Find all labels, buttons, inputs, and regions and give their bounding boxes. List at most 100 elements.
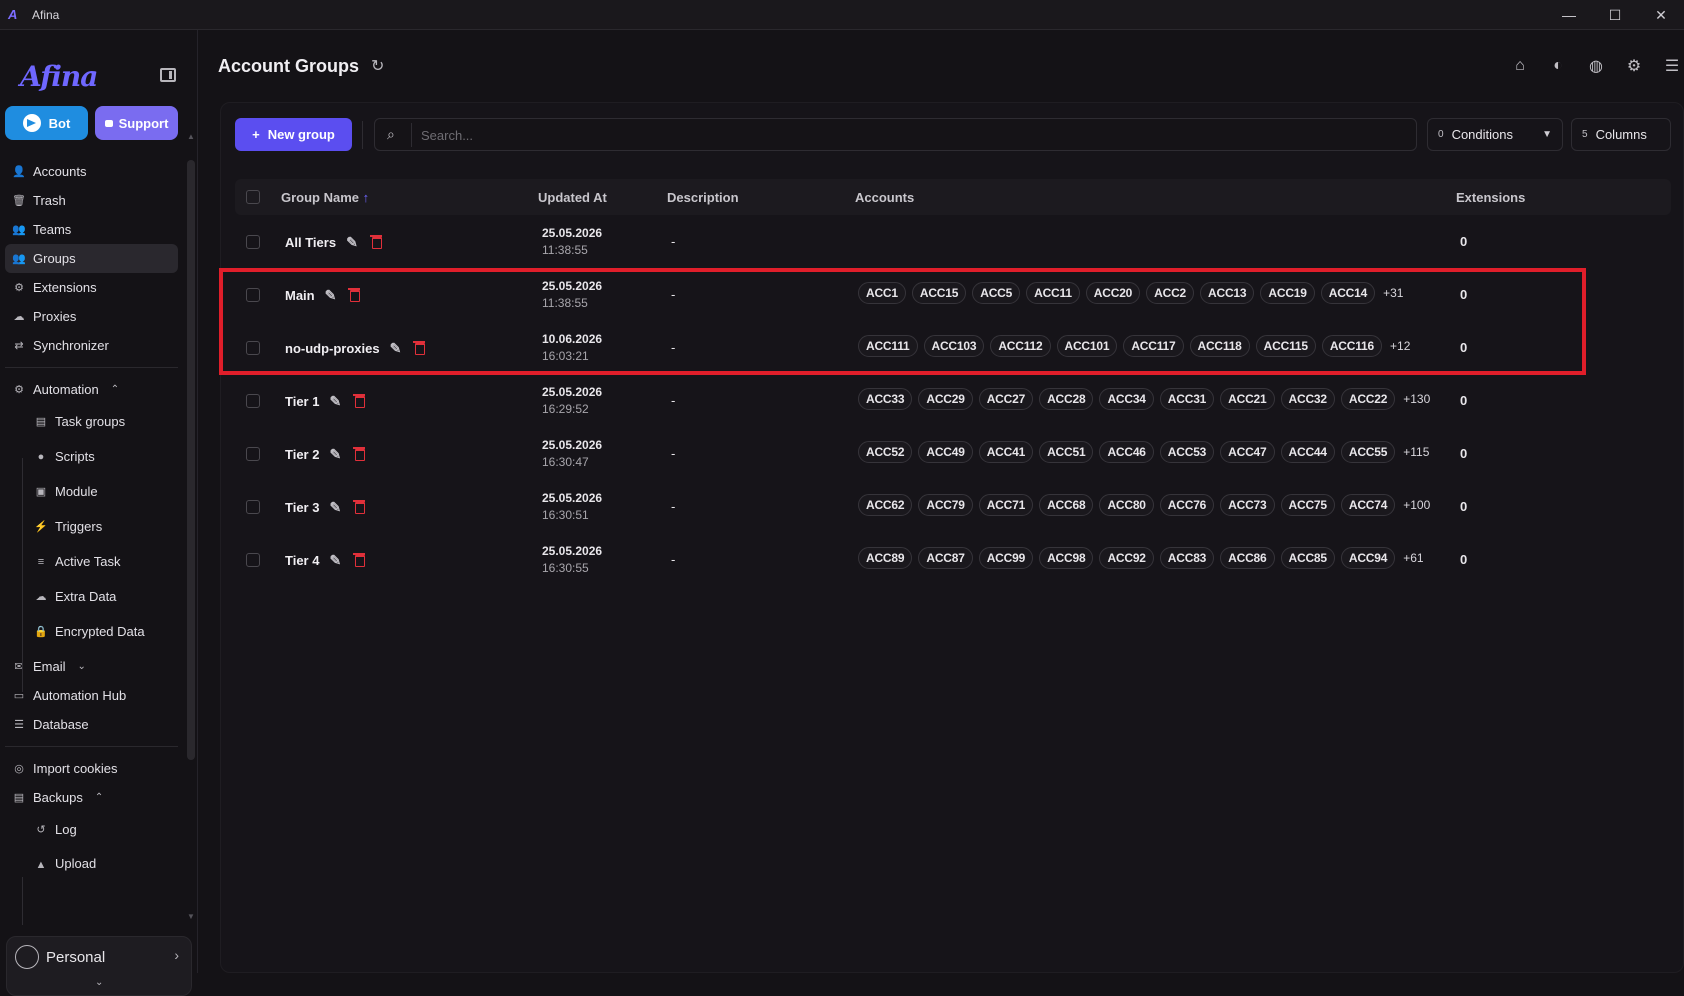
sidebar-item-task-groups[interactable]: ▤ Task groups [5, 404, 178, 439]
table-row[interactable]: All Tiers ✎ 25.05.2026 11:38:55 - 0 [235, 215, 1671, 268]
sidebar-scrollbar[interactable] [187, 160, 195, 760]
search-input[interactable] [421, 126, 1401, 144]
table-row[interactable]: no-udp-proxies ✎ 10.06.2026 16:03:21 - A… [235, 321, 1671, 374]
account-chip[interactable]: ACC89 [858, 547, 913, 569]
delete-icon[interactable] [353, 552, 366, 567]
account-chip[interactable]: ACC33 [858, 388, 913, 410]
header-group-name[interactable]: Group Name ↑ [281, 190, 369, 205]
more-accounts-count[interactable]: +130 [1403, 392, 1430, 406]
more-accounts-count[interactable]: +61 [1403, 551, 1423, 565]
table-row[interactable]: Tier 1 ✎ 25.05.2026 16:29:52 - ACC33 ACC2… [235, 374, 1671, 427]
delete-icon[interactable] [348, 287, 361, 302]
account-chip[interactable]: ACC118 [1189, 335, 1250, 357]
edit-icon[interactable]: ✎ [325, 287, 337, 304]
account-chip[interactable]: ACC47 [1220, 441, 1275, 463]
account-chip[interactable]: ACC44 [1280, 441, 1335, 463]
row-checkbox[interactable] [246, 394, 260, 408]
sidebar-item-triggers[interactable]: ⚡ Triggers [5, 509, 178, 544]
account-chip[interactable]: ACC83 [1159, 547, 1215, 569]
account-chip[interactable]: ACC87 [918, 547, 973, 569]
more-accounts-count[interactable]: +31 [1383, 286, 1403, 300]
account-chip[interactable]: ACC28 [1039, 388, 1094, 410]
gear-icon[interactable]: ⚙ [1622, 54, 1646, 78]
sidebar-item-automation-hub[interactable]: ▭ Automation Hub [5, 681, 178, 710]
layout-icon[interactable]: ☰ [1660, 54, 1684, 78]
delete-icon[interactable] [353, 499, 366, 514]
edit-icon[interactable]: ✎ [346, 234, 358, 251]
account-chip[interactable]: ACC79 [918, 494, 973, 516]
columns-button[interactable]: 5 Columns [1571, 118, 1671, 151]
sidebar-item-module[interactable]: ▣ Module [5, 474, 178, 509]
delete-icon[interactable] [369, 234, 382, 249]
edit-icon[interactable]: ✎ [390, 340, 402, 357]
table-row[interactable]: Main ✎ 25.05.2026 11:38:55 - ACC1 ACC15 AC… [235, 268, 1671, 321]
account-chip[interactable]: ACC75 [1280, 494, 1335, 516]
account-chip[interactable]: ACC41 [978, 441, 1034, 463]
account-chip[interactable]: ACC112 [990, 335, 1051, 357]
close-button[interactable]: ✕ [1638, 0, 1684, 30]
header-extensions[interactable]: Extensions [1456, 190, 1525, 205]
support-button[interactable]: Support [95, 106, 178, 140]
delete-icon[interactable] [353, 393, 366, 408]
conditions-dropdown[interactable]: 0 Conditions ▼ [1427, 118, 1563, 151]
account-chip[interactable]: ACC21 [1220, 388, 1275, 410]
edit-icon[interactable]: ✎ [329, 393, 341, 410]
refresh-icon[interactable]: ↻ [371, 56, 384, 76]
account-chip[interactable]: ACC15 [911, 282, 967, 304]
account-chip[interactable]: ACC55 [1340, 441, 1396, 463]
header-accounts[interactable]: Accounts [855, 190, 914, 205]
more-accounts-count[interactable]: +100 [1403, 498, 1430, 512]
account-chip[interactable]: ACC94 [1340, 547, 1396, 569]
chevron-down-icon[interactable]: ⌄ [95, 977, 103, 988]
minimize-button[interactable]: — [1546, 0, 1592, 30]
account-chip[interactable]: ACC22 [1340, 388, 1396, 410]
account-chip[interactable]: ACC86 [1220, 547, 1275, 569]
account-chip[interactable]: ACC80 [1099, 494, 1154, 516]
bot-button[interactable]: Bot [5, 106, 88, 140]
account-chip[interactable]: ACC115 [1255, 335, 1316, 357]
scroll-up-icon[interactable]: ▲ [187, 132, 195, 141]
account-chip[interactable]: ACC68 [1039, 494, 1094, 516]
edit-icon[interactable]: ✎ [329, 552, 341, 569]
sidebar-item-synchronizer[interactable]: ⇄ Synchronizer [5, 331, 178, 360]
account-chip[interactable]: ACC92 [1099, 547, 1154, 569]
sidebar-item-encrypted-data[interactable]: 🔒 Encrypted Data [5, 614, 178, 649]
sidebar-item-database[interactable]: ☰ Database [5, 710, 178, 739]
sidebar-item-email[interactable]: ✉ Email ⌄ [5, 652, 178, 681]
account-chip[interactable]: ACC117 [1123, 335, 1184, 357]
account-chip[interactable]: ACC74 [1340, 494, 1396, 516]
row-checkbox[interactable] [246, 235, 260, 249]
row-checkbox[interactable] [246, 553, 260, 567]
account-chip[interactable]: ACC52 [858, 441, 913, 463]
account-chip[interactable]: ACC13 [1200, 282, 1255, 304]
sidebar-item-extensions[interactable]: ⚙ Extensions [5, 273, 178, 302]
account-chip[interactable]: ACC51 [1039, 441, 1094, 463]
account-chip[interactable]: ACC116 [1321, 335, 1383, 357]
account-chip[interactable]: ACC1 [858, 282, 906, 304]
account-chip[interactable]: ACC14 [1320, 282, 1376, 304]
more-accounts-count[interactable]: +12 [1390, 339, 1410, 353]
select-all-checkbox[interactable] [246, 190, 260, 204]
account-chip[interactable]: ACC31 [1159, 388, 1215, 410]
account-chip[interactable]: ACC49 [918, 441, 973, 463]
account-chip[interactable]: ACC103 [923, 335, 985, 357]
account-chip[interactable]: ACC111 [858, 335, 918, 357]
account-chip[interactable]: ACC46 [1099, 441, 1154, 463]
sidebar-item-accounts[interactable]: 👤 Accounts [5, 157, 178, 186]
account-chip[interactable]: ACC20 [1085, 282, 1141, 304]
account-chip[interactable]: ACC101 [1056, 335, 1118, 357]
row-checkbox[interactable] [246, 447, 260, 461]
sidebar-collapse-icon[interactable] [160, 68, 176, 82]
account-chip[interactable]: ACC27 [978, 388, 1034, 410]
header-updated-at[interactable]: Updated At [538, 190, 607, 205]
row-checkbox[interactable] [246, 500, 260, 514]
palette-icon[interactable]: ◐ [1546, 54, 1570, 78]
table-row[interactable]: Tier 4 ✎ 25.05.2026 16:30:55 - ACC89 ACC8… [235, 533, 1671, 586]
header-description[interactable]: Description [667, 190, 739, 205]
more-accounts-count[interactable]: +115 [1403, 445, 1429, 459]
maximize-button[interactable]: ☐ [1592, 0, 1638, 30]
delete-icon[interactable] [353, 446, 366, 461]
account-chip[interactable]: ACC32 [1280, 388, 1335, 410]
account-chip[interactable]: ACC53 [1159, 441, 1215, 463]
account-chip[interactable]: ACC62 [858, 494, 913, 516]
